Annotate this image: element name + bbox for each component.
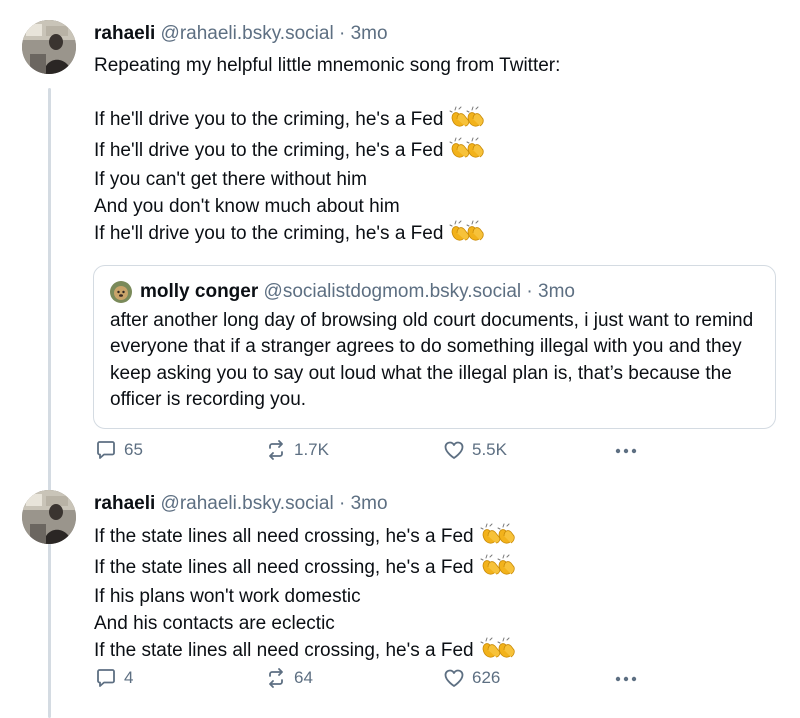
quoted-post-header: molly conger @socialistdogmom.bsky.socia… — [110, 280, 759, 304]
quoted-post-text: after another long day of browsing old c… — [110, 309, 754, 411]
author-handle[interactable]: @rahaeli.bsky.social — [161, 493, 334, 514]
thread: rahaeli @rahaeli.bsky.social · 3mo Repea… — [0, 0, 800, 718]
separator: · — [526, 280, 533, 302]
post-line: If he'll drive you to the criming, he's … — [94, 106, 782, 137]
separator: · — [338, 493, 346, 514]
clapping-hands-icon — [449, 137, 485, 168]
post-line: If the state lines all need crossing, he… — [94, 554, 782, 585]
timestamp[interactable]: 3mo — [351, 23, 388, 44]
quoted-author-handle[interactable]: @socialistdogmom.bsky.social — [264, 280, 522, 304]
quoted-timestamp[interactable]: 3mo — [538, 280, 575, 304]
author-name[interactable]: rahaeli — [94, 493, 155, 514]
clapping-hands-icon — [480, 554, 516, 585]
clapping-hands-icon — [480, 523, 516, 554]
post-line: If his plans won't work domestic — [94, 586, 361, 607]
repost-arrows-icon — [264, 438, 288, 462]
repost-arrows-icon — [264, 666, 288, 690]
clapping-hands-icon — [449, 106, 485, 137]
like-count: 5.5K — [472, 440, 507, 459]
avatar[interactable] — [22, 490, 76, 544]
heart-icon — [442, 438, 466, 462]
timestamp[interactable]: 3mo — [351, 493, 388, 514]
post-line: If the state lines all need crossing, he… — [94, 637, 782, 668]
post-text: If the state lines all need crossing, he… — [94, 523, 782, 668]
post-line: If the state lines all need crossing, he… — [94, 523, 782, 554]
post-line: Repeating my helpful little mnemonic son… — [94, 55, 561, 76]
author-handle[interactable]: @rahaeli.bsky.social — [161, 23, 334, 44]
post-text: Repeating my helpful little mnemonic son… — [94, 53, 782, 251]
more-options-button[interactable] — [612, 438, 640, 462]
like-count: 626 — [472, 668, 501, 687]
reply-button[interactable]: 4 — [94, 666, 133, 690]
clapping-hands-icon — [449, 220, 485, 251]
reply-button[interactable]: 65 — [94, 438, 143, 462]
thread-line — [48, 88, 51, 718]
post-line: And you don't know much about him — [94, 195, 400, 217]
speech-bubble-icon — [94, 666, 118, 690]
avatar[interactable] — [22, 20, 76, 74]
quoted-avatar[interactable] — [110, 280, 132, 303]
post-line: If you can't get there without him — [94, 169, 367, 190]
separator: · — [338, 23, 346, 44]
post-line — [94, 80, 782, 107]
post-line: And his contacts are eclectic — [94, 612, 335, 634]
post-actions: 65 1.7K 5.5K — [94, 438, 782, 462]
post-actions: 4 64 626 — [94, 666, 782, 690]
repost-button[interactable]: 64 — [264, 666, 313, 690]
heart-icon — [442, 666, 466, 690]
ellipsis-icon — [614, 440, 638, 460]
speech-bubble-icon — [94, 438, 118, 462]
quoted-post[interactable]: molly conger @socialistdogmom.bsky.socia… — [93, 264, 776, 429]
ellipsis-icon — [614, 668, 638, 688]
post-line: If he'll drive you to the criming, he's … — [94, 220, 782, 251]
post-header: rahaeli @rahaeli.bsky.social · 3mo — [94, 492, 782, 516]
author-name[interactable]: rahaeli — [94, 23, 155, 44]
repost-count: 64 — [294, 668, 313, 687]
post-line: If he'll drive you to the criming, he's … — [94, 137, 782, 168]
like-button[interactable]: 5.5K — [442, 438, 507, 462]
quoted-author-name[interactable]: molly conger — [140, 280, 258, 304]
repost-button[interactable]: 1.7K — [264, 438, 329, 462]
more-options-button[interactable] — [612, 666, 640, 690]
clapping-hands-icon — [480, 637, 516, 668]
like-button[interactable]: 626 — [442, 666, 500, 690]
post-header: rahaeli @rahaeli.bsky.social · 3mo — [94, 22, 782, 46]
reply-count: 4 — [124, 668, 134, 687]
reply-count: 65 — [124, 440, 143, 459]
repost-count: 1.7K — [294, 440, 329, 459]
